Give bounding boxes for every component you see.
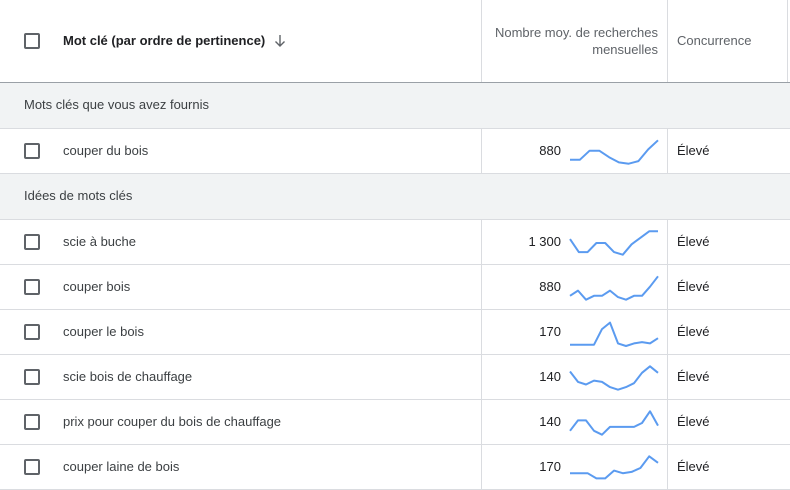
column-divider <box>667 310 668 354</box>
trend-line <box>569 365 659 391</box>
table-row: scie bois de chauffage 140 Élevé <box>0 355 790 400</box>
trend-sparkline <box>569 275 659 301</box>
row-checkbox[interactable] <box>24 234 40 250</box>
column-divider <box>481 220 482 264</box>
competition-level: Élevé <box>677 143 710 158</box>
keyword-text[interactable]: couper du bois <box>63 143 148 158</box>
keyword-column-label: Mot clé (par ordre de pertinence) <box>63 33 266 48</box>
row-checkbox[interactable] <box>24 414 40 430</box>
competition-level: Élevé <box>677 459 710 474</box>
table-row: couper laine de bois 170 Élevé <box>0 445 790 490</box>
row-checkbox[interactable] <box>24 369 40 385</box>
trend-line <box>570 139 659 165</box>
table-row: prix pour couper du bois de chauffage 14… <box>0 400 790 445</box>
search-volume: 140 <box>539 369 561 384</box>
column-divider <box>481 129 482 173</box>
trend-sparkline <box>569 410 659 436</box>
select-all-checkbox[interactable] <box>24 33 40 49</box>
group-label: Mots clés que vous avez fournis <box>24 97 209 112</box>
column-divider <box>667 400 668 444</box>
trend-line <box>569 275 659 301</box>
group-header-provided: Mots clés que vous avez fournis <box>0 83 790 129</box>
search-volume: 170 <box>539 324 561 339</box>
column-divider <box>667 355 668 399</box>
keyword-column-header[interactable]: Mot clé (par ordre de pertinence) <box>63 33 286 48</box>
column-divider <box>667 129 668 173</box>
column-divider <box>481 445 482 489</box>
avg-monthly-searches-label-1: Nombre moy. de recherches <box>494 25 658 40</box>
trend-sparkline <box>570 139 659 165</box>
column-divider <box>481 355 482 399</box>
avg-monthly-searches-label-2: mensuelles <box>592 42 658 57</box>
column-divider <box>787 0 788 82</box>
competition-column-header[interactable]: Concurrence <box>677 33 751 48</box>
competition-level: Élevé <box>677 414 710 429</box>
trend-sparkline <box>570 321 659 347</box>
arrow-down-icon[interactable] <box>274 34 286 48</box>
search-volume: 140 <box>539 414 561 429</box>
trend-line <box>570 321 659 347</box>
column-divider <box>481 310 482 354</box>
keyword-text[interactable]: scie à buche <box>63 234 136 249</box>
column-divider <box>667 265 668 309</box>
search-volume: 170 <box>539 459 561 474</box>
trend-line <box>569 410 659 436</box>
table-row: couper du bois 880 Élevé <box>0 129 790 174</box>
table-row: couper bois 880 Élevé <box>0 265 790 310</box>
trend-sparkline <box>569 365 659 391</box>
competition-level: Élevé <box>677 234 710 249</box>
column-divider <box>481 0 482 82</box>
search-volume: 880 <box>539 143 561 158</box>
trend-sparkline <box>570 455 659 480</box>
competition-level: Élevé <box>677 279 710 294</box>
search-volume: 880 <box>539 279 561 294</box>
keyword-text[interactable]: couper le bois <box>63 324 144 339</box>
keyword-text[interactable]: prix pour couper du bois de chauffage <box>63 414 281 429</box>
table-row: couper le bois 170 Élevé <box>0 310 790 355</box>
column-divider <box>481 400 482 444</box>
group-header-ideas: Idées de mots clés <box>0 174 790 220</box>
competition-level: Élevé <box>677 324 710 339</box>
group-label: Idées de mots clés <box>24 188 133 203</box>
row-checkbox[interactable] <box>24 279 40 295</box>
column-divider <box>667 0 668 82</box>
row-checkbox[interactable] <box>24 324 40 340</box>
row-checkbox[interactable] <box>24 143 40 159</box>
keyword-text[interactable]: scie bois de chauffage <box>63 369 192 384</box>
competition-level: Élevé <box>677 369 710 384</box>
trend-line <box>569 230 658 256</box>
trend-line <box>570 455 659 480</box>
trend-sparkline <box>569 230 658 256</box>
table-row: scie à buche 1 300 Élevé <box>0 220 790 265</box>
keyword-text[interactable]: couper bois <box>63 279 130 294</box>
column-divider <box>481 265 482 309</box>
row-checkbox[interactable] <box>24 459 40 475</box>
column-divider <box>667 220 668 264</box>
search-volume: 1 300 <box>528 234 561 249</box>
table-header: Mot clé (par ordre de pertinence) Nombre… <box>0 0 790 83</box>
avg-monthly-searches-header[interactable]: Nombre moy. de recherches mensuelles <box>483 24 658 58</box>
keyword-text[interactable]: couper laine de bois <box>63 459 179 474</box>
column-divider <box>667 445 668 489</box>
